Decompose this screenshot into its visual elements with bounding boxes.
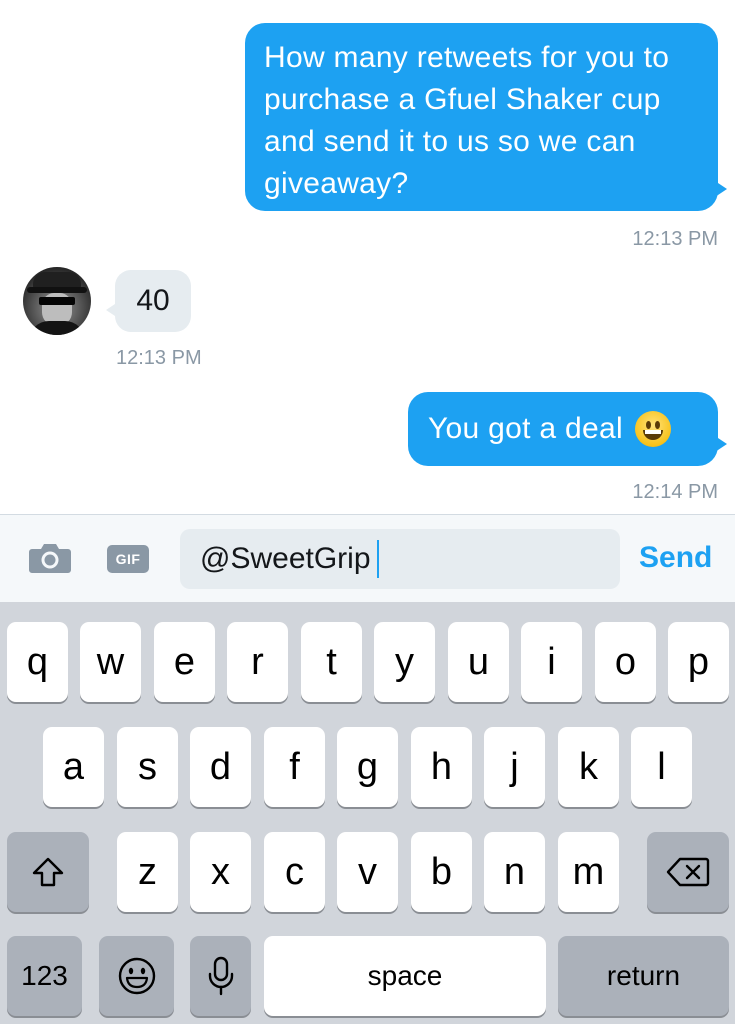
- key-z[interactable]: z: [117, 832, 178, 912]
- key-c[interactable]: c: [264, 832, 325, 912]
- key-n[interactable]: n: [484, 832, 545, 912]
- avatar[interactable]: [23, 267, 91, 335]
- message-input[interactable]: @SweetGrip: [180, 529, 620, 589]
- key-s[interactable]: s: [117, 727, 178, 807]
- gif-button[interactable]: GIF: [107, 545, 149, 573]
- key-g[interactable]: g: [337, 727, 398, 807]
- sent-message[interactable]: You got a deal: [408, 392, 727, 466]
- delete-key[interactable]: [647, 832, 729, 912]
- message-text: How many retweets for you to purchase a …: [264, 41, 670, 200]
- message-text: You got a deal: [428, 412, 623, 445]
- message-timestamp: 12:14 PM: [632, 481, 718, 503]
- key-w[interactable]: w: [80, 622, 141, 702]
- key-f[interactable]: f: [264, 727, 325, 807]
- key-p[interactable]: p: [668, 622, 729, 702]
- key-m[interactable]: m: [558, 832, 619, 912]
- emoji-key[interactable]: [99, 936, 174, 1016]
- key-o[interactable]: o: [595, 622, 656, 702]
- key-a[interactable]: a: [43, 727, 104, 807]
- keyboard: q w e r t y u i o p a s d f g h j k l z …: [0, 602, 735, 1024]
- key-u[interactable]: u: [448, 622, 509, 702]
- key-v[interactable]: v: [337, 832, 398, 912]
- shift-icon: [32, 857, 64, 887]
- numbers-key[interactable]: 123: [7, 936, 82, 1016]
- key-i[interactable]: i: [521, 622, 582, 702]
- dictation-key[interactable]: [190, 936, 251, 1016]
- key-k[interactable]: k: [558, 727, 619, 807]
- message-timestamp: 12:13 PM: [632, 228, 718, 250]
- key-r[interactable]: r: [227, 622, 288, 702]
- key-j[interactable]: j: [484, 727, 545, 807]
- send-button[interactable]: Send: [639, 541, 712, 575]
- key-y[interactable]: y: [374, 622, 435, 702]
- key-l[interactable]: l: [631, 727, 692, 807]
- key-e[interactable]: e: [154, 622, 215, 702]
- return-key[interactable]: return: [558, 936, 729, 1016]
- received-message[interactable]: 40: [106, 270, 191, 332]
- shift-key[interactable]: [7, 832, 89, 912]
- camera-icon[interactable]: [28, 542, 72, 574]
- conversation-area: How many retweets for you to purchase a …: [0, 0, 735, 514]
- key-b[interactable]: b: [411, 832, 472, 912]
- key-t[interactable]: t: [301, 622, 362, 702]
- key-x[interactable]: x: [190, 832, 251, 912]
- text-cursor: [376, 540, 379, 578]
- grinning-face-emoji-icon: [634, 411, 671, 447]
- key-h[interactable]: h: [411, 727, 472, 807]
- microphone-icon: [208, 956, 233, 996]
- backspace-icon: [666, 857, 710, 887]
- sent-message[interactable]: How many retweets for you to purchase a …: [245, 23, 727, 211]
- message-composer: GIF @SweetGrip Send: [0, 514, 735, 602]
- space-key[interactable]: space: [264, 936, 546, 1016]
- message-text: 40: [136, 284, 170, 317]
- smiley-face-icon: [118, 957, 155, 995]
- key-q[interactable]: q: [7, 622, 68, 702]
- key-d[interactable]: d: [190, 727, 251, 807]
- input-value: @SweetGrip: [200, 542, 371, 575]
- message-timestamp: 12:13 PM: [116, 347, 202, 369]
